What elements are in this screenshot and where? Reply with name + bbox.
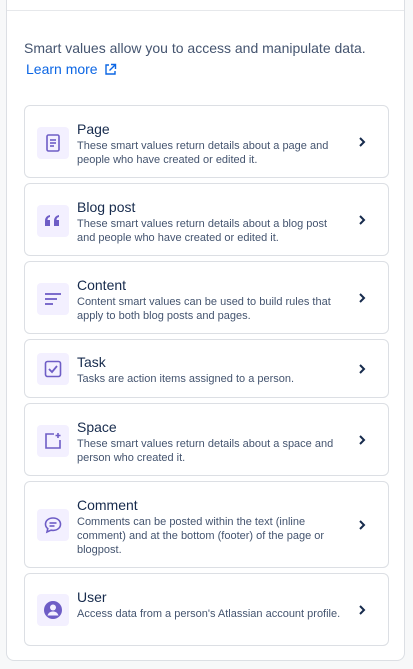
item-description: Access data from a person's Atlassian ac… — [77, 608, 341, 620]
item-title: Blog post — [77, 199, 136, 215]
smart-value-item-content[interactable]: Content Content smart values can be used… — [24, 261, 389, 334]
chevron-right-icon — [359, 435, 366, 445]
space-icon — [37, 425, 69, 457]
divider — [7, 10, 404, 11]
task-checkbox-icon — [37, 353, 69, 385]
item-title: Comment — [77, 497, 138, 513]
chevron-right-icon — [359, 520, 366, 530]
smart-values-panel: Smart values allow you to access and man… — [6, 0, 405, 661]
external-link-icon — [104, 63, 117, 76]
learn-more-link[interactable]: Learn more — [26, 59, 117, 79]
item-description: These smart values return details about … — [77, 438, 334, 464]
chevron-right-icon — [359, 293, 366, 303]
item-title: Page — [77, 121, 110, 137]
item-title: User — [77, 589, 107, 605]
smart-value-item-space[interactable]: Space These smart values return details … — [24, 403, 389, 476]
chevron-right-icon — [359, 605, 366, 615]
content-icon — [37, 283, 69, 315]
smart-value-item-task[interactable]: Task Tasks are action items assigned to … — [24, 339, 389, 398]
user-icon — [37, 594, 69, 626]
smart-value-item-comment[interactable]: Comment Comments can be posted within th… — [24, 481, 389, 568]
item-description: Content smart values can be used to buil… — [77, 296, 331, 322]
item-description: Comments can be posted within the text (… — [77, 516, 325, 556]
item-title: Task — [77, 354, 106, 370]
chevron-right-icon — [359, 364, 366, 374]
smart-value-item-blog-post[interactable]: Blog post These smart values return deta… — [24, 183, 389, 256]
comment-icon — [37, 509, 69, 541]
quote-icon — [37, 205, 69, 237]
learn-more-label: Learn more — [26, 61, 98, 77]
item-description: Tasks are action items assigned to a per… — [77, 373, 295, 385]
smart-value-item-page[interactable]: Page These smart values return details a… — [24, 105, 389, 178]
item-title: Space — [77, 419, 117, 435]
page-icon — [37, 127, 69, 159]
intro-text: Smart values allow you to access and man… — [24, 40, 366, 56]
item-description: These smart values return details about … — [77, 218, 328, 244]
smart-value-item-user[interactable]: User Access data from a person's Atlassi… — [24, 573, 389, 646]
item-title: Content — [77, 277, 127, 293]
chevron-right-icon — [359, 215, 366, 225]
chevron-right-icon — [359, 137, 366, 147]
item-description: These smart values return details about … — [77, 140, 329, 166]
